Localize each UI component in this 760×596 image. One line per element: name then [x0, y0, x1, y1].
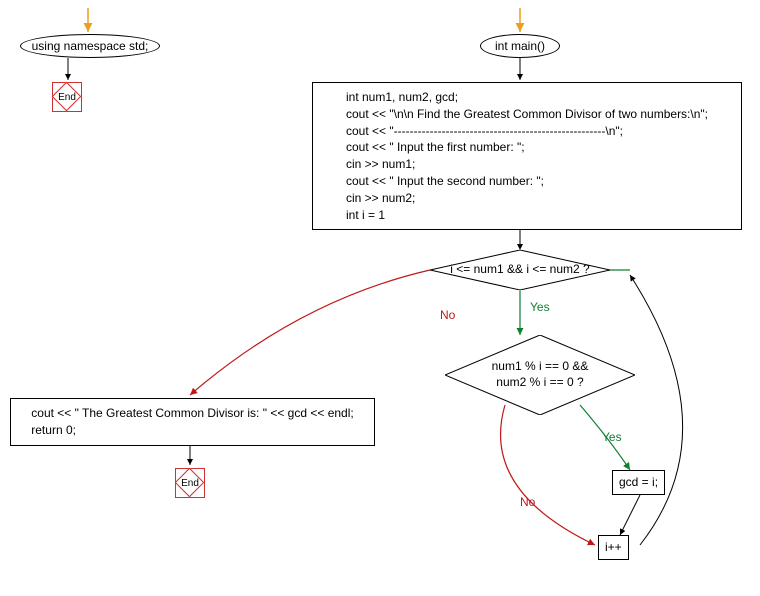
node-assign: gcd = i;: [612, 470, 665, 495]
end-node-1-text: End: [52, 82, 82, 112]
node-inc: i++: [598, 535, 629, 560]
node-main: int main(): [480, 34, 560, 58]
label-no-1: No: [440, 308, 455, 322]
node-cond1-text: i <= num1 && i <= num2 ?: [450, 262, 589, 278]
node-namespace: using namespace std;: [20, 34, 160, 58]
node-block1: int num1, num2, gcd; cout << "\n\n Find …: [312, 82, 742, 230]
node-namespace-text: using namespace std;: [32, 39, 149, 53]
node-cond2-text: num1 % i == 0 && num2 % i == 0 ?: [492, 359, 589, 390]
end-node-2: End: [175, 468, 205, 498]
label-yes-2: Yes: [602, 430, 622, 444]
label-no-2: No: [520, 495, 535, 509]
node-inc-text: i++: [605, 539, 622, 556]
node-cond1: i <= num1 && i <= num2 ?: [430, 250, 610, 290]
node-output: cout << " The Greatest Common Divisor is…: [10, 398, 375, 446]
end-node-2-text: End: [175, 468, 205, 498]
node-block1-text: int num1, num2, gcd; cout << "\n\n Find …: [346, 89, 708, 223]
node-main-text: int main(): [495, 39, 545, 53]
end-node-1: End: [52, 82, 82, 112]
node-assign-text: gcd = i;: [619, 474, 658, 491]
node-output-text: cout << " The Greatest Common Divisor is…: [31, 405, 353, 439]
node-cond2: num1 % i == 0 && num2 % i == 0 ?: [445, 335, 635, 415]
label-yes-1: Yes: [530, 300, 550, 314]
